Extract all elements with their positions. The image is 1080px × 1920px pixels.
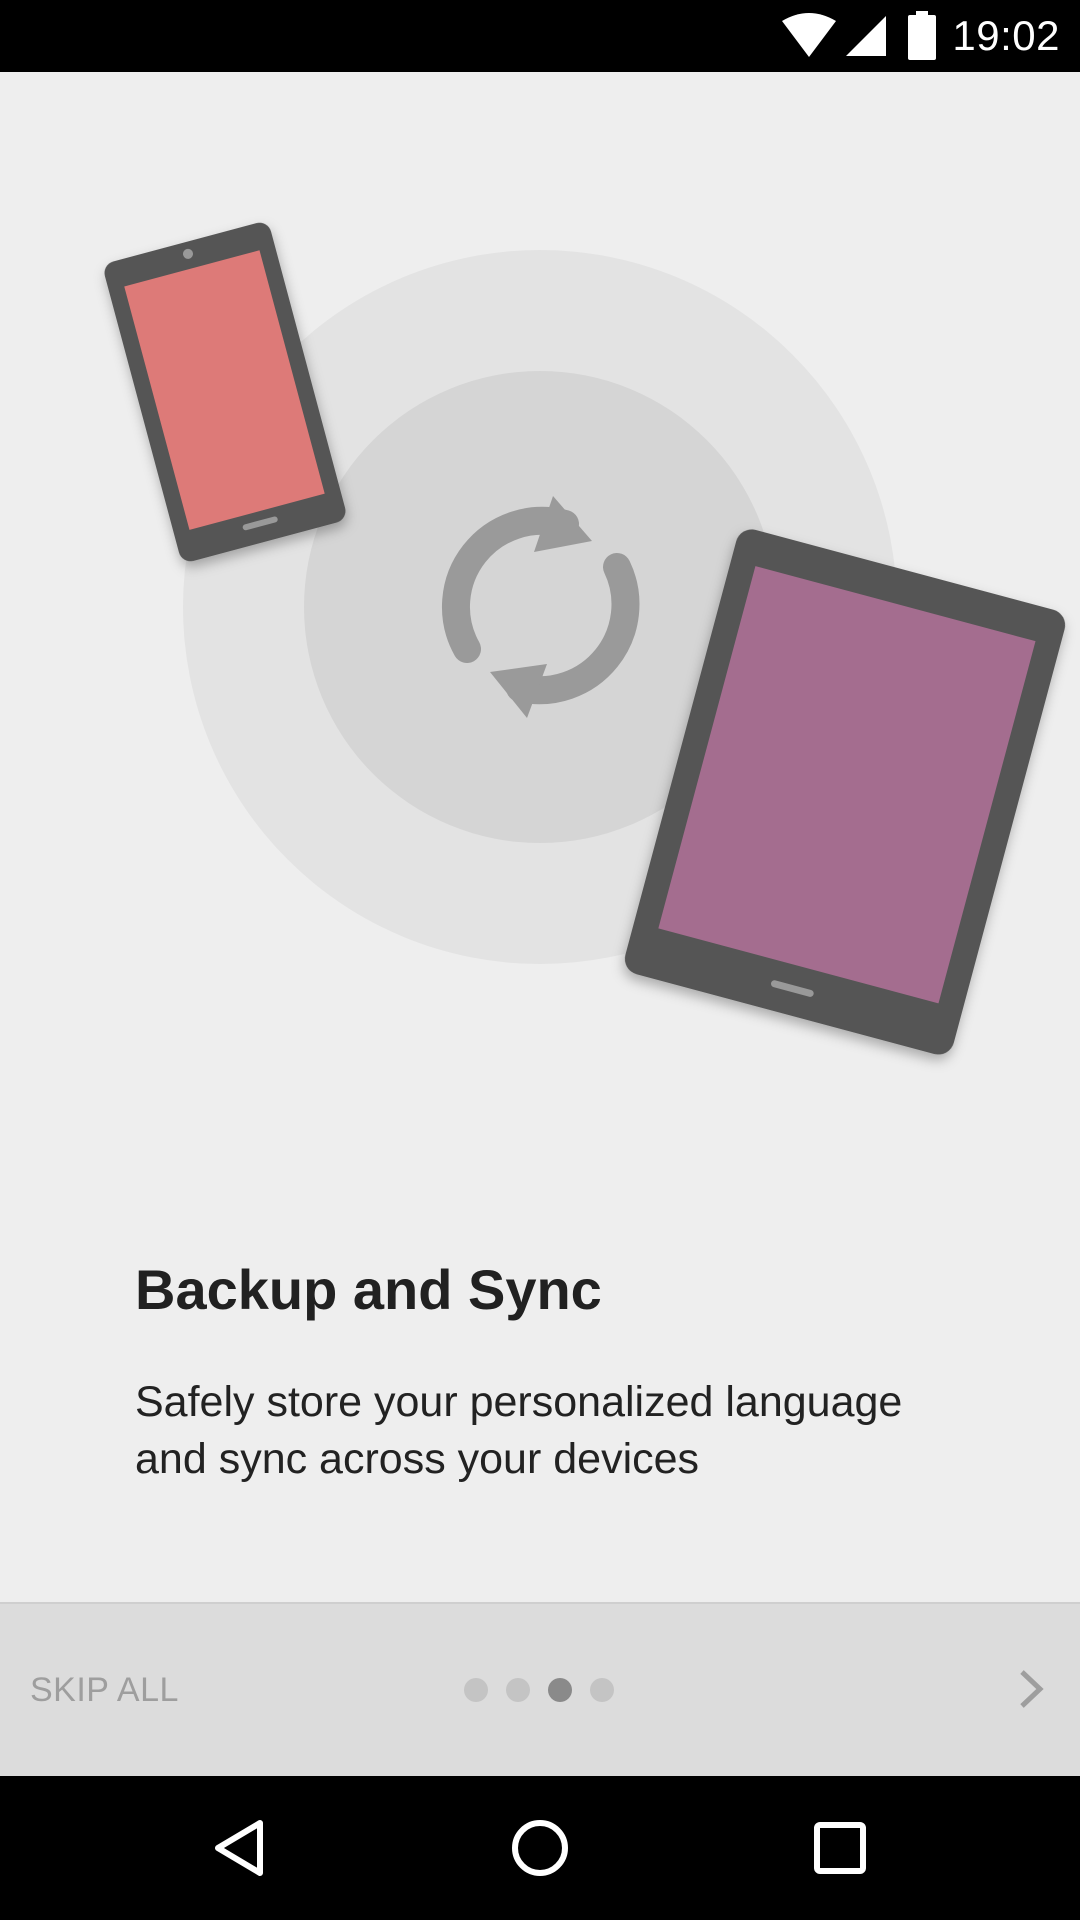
- home-icon: [512, 1820, 568, 1876]
- battery-icon: [906, 11, 938, 61]
- status-icons: 19:02: [780, 0, 1060, 72]
- description-line: Safely store your personalized language: [135, 1378, 903, 1426]
- phone-icon: [104, 222, 346, 562]
- page-title: Backup and Sync: [135, 1258, 602, 1321]
- skip-all-button[interactable]: SKIP ALL: [30, 1604, 179, 1776]
- back-button[interactable]: [190, 1798, 290, 1898]
- page-dot-1: [464, 1678, 488, 1702]
- page-dot-2: [506, 1678, 530, 1702]
- recents-button[interactable]: [790, 1798, 890, 1898]
- page-description: Safely store your personalized language …: [135, 1374, 1015, 1488]
- page-dot-4: [590, 1678, 614, 1702]
- cell-signal-icon: [844, 14, 888, 58]
- back-icon: [215, 1820, 263, 1876]
- next-button[interactable]: [1005, 1664, 1055, 1714]
- backup-sync-illustration: [104, 222, 1066, 1055]
- screen: 19:02 Backup and Sync Safely store your …: [0, 0, 1080, 1920]
- home-button[interactable]: [490, 1798, 590, 1898]
- page-indicator: [464, 1678, 632, 1702]
- onboarding-footer: SKIP ALL: [0, 1602, 1080, 1776]
- status-time: 19:02: [952, 12, 1060, 59]
- status-bar: 19:02: [0, 0, 1080, 72]
- onboarding-page: Backup and Sync Safely store your person…: [0, 72, 1080, 1602]
- page-dot-3-active: [548, 1678, 572, 1702]
- wifi-icon: [780, 13, 838, 59]
- recents-icon: [814, 1822, 866, 1874]
- navigation-bar: [0, 1776, 1080, 1920]
- description-line: and sync across your devices: [135, 1435, 700, 1483]
- chevron-right-icon: [1020, 1670, 1044, 1708]
